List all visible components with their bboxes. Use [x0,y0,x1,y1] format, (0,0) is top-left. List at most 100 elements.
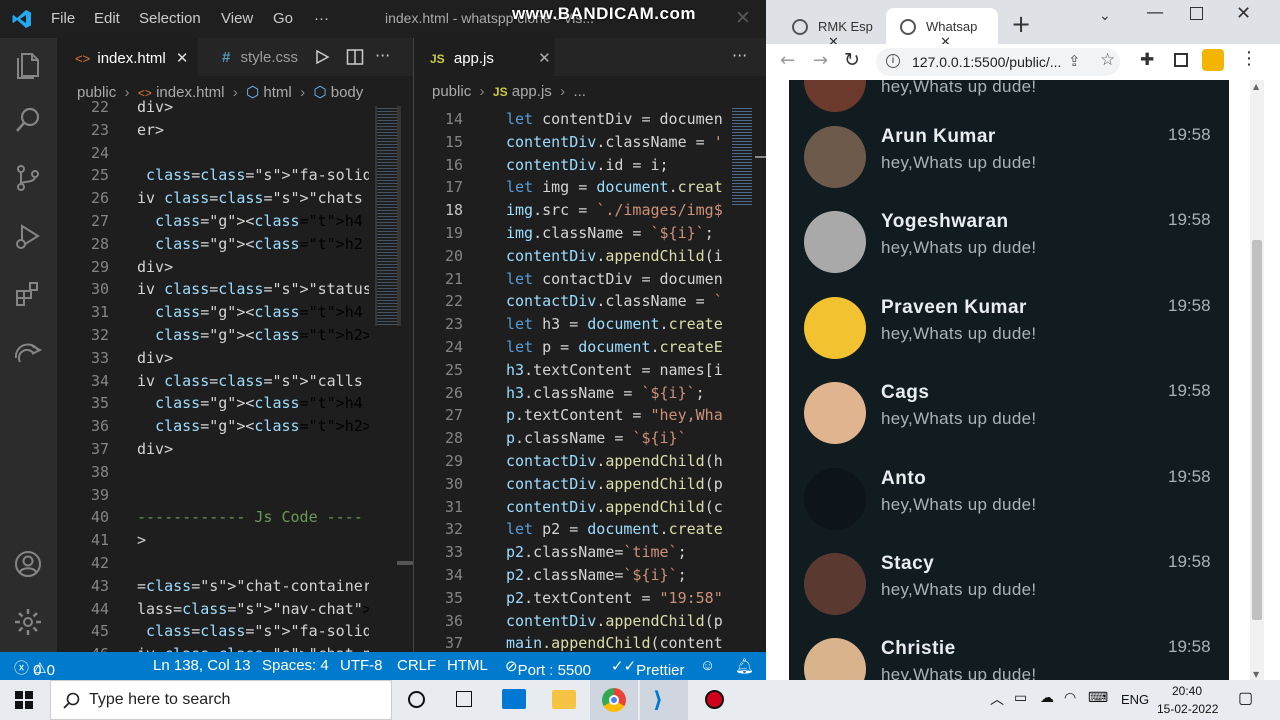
last-message: hey,Whats up dude! [881,324,1037,343]
code-left[interactable]: div> er> class=class="s">"fa-solid fa-cam… [137,96,369,652]
breadcrumb-item[interactable]: public [432,83,471,100]
status-bar: ⓧ 0 ⚠ 0 Ln 138, Col 13 Spaces: 4 UTF-8 C… [0,652,766,680]
menu-go[interactable]: Go [273,10,293,27]
clock-date[interactable]: 15-02-2022 [1157,702,1218,716]
page-scrollbar[interactable]: ▲ ▼ [1250,80,1264,680]
close-icon[interactable]: ✕ [176,50,189,67]
contact-name: Arun Kumar [881,126,996,147]
battery-icon[interactable]: ▭ [1014,689,1027,706]
minimap-right[interactable] [732,106,754,206]
line-number: 25 [90,166,109,185]
browser-tab[interactable]: RMK Esp ✕ [778,8,884,49]
accounts-icon[interactable] [12,548,44,580]
tab-style-css[interactable]: # style.css [204,38,324,76]
file-explorer-icon[interactable] [540,680,588,720]
run-debug-icon[interactable] [12,220,44,252]
vscode-taskbar-icon[interactable]: ⟩ [640,680,688,720]
menu-kebab-icon[interactable]: ⋮ [1240,48,1258,69]
settings-gear-icon[interactable] [12,606,44,638]
window-close-icon[interactable]: ✕ [735,7,751,30]
explorer-icon[interactable] [12,48,44,80]
reload-icon[interactable]: ↻ [844,49,860,71]
language-indicator[interactable]: ENG [1121,692,1149,707]
problems-indicator[interactable]: ⓧ 0 ⚠ 0 [14,657,55,679]
keyboard-icon[interactable]: ⌨ [1088,689,1108,706]
wifi-icon[interactable]: ◠ [1064,689,1076,706]
chat-contact[interactable]: Stacy hey,Whats up dude! 19:58 [789,547,1229,632]
code-line: let contactDiv = documen [506,269,723,288]
menu-file[interactable]: File [51,10,75,27]
clock-time[interactable]: 20:40 [1172,684,1202,698]
indentation[interactable]: Spaces: 4 [262,657,329,674]
show-hidden-icons-icon[interactable]: ︿ [990,689,1004,709]
close-icon[interactable]: ✕ [538,50,551,67]
info-icon[interactable]: i [886,54,900,68]
message-time: 19:58 [1168,296,1211,315]
url-bar[interactable]: i 127.0.0.1:5500/public/... [876,48,1120,76]
more-actions-icon[interactable]: ··· [732,46,747,65]
forward-icon[interactable]: → [813,50,828,71]
taskbar-search-box[interactable]: Type here to search [50,680,392,720]
network-icon[interactable]: ☁ [1040,689,1054,706]
css-file-icon: # [222,49,231,66]
source-control-icon[interactable] [12,162,44,194]
scroll-indicator[interactable] [755,156,766,158]
chat-contact[interactable]: Cags hey,Whats up dude! 19:58 [789,376,1229,461]
extensions-icon[interactable] [12,278,44,310]
mail-icon[interactable] [490,680,538,720]
windows-start-icon[interactable] [15,691,33,709]
search-icon[interactable] [12,104,44,136]
task-view-icon[interactable] [440,680,488,720]
split-editor-icon[interactable] [346,48,364,66]
tab-app-js[interactable]: JS app.js ✕ [414,38,554,76]
side-panel-icon[interactable] [1174,53,1188,67]
chat-contact[interactable]: Yogeshwaran hey,Whats up dude! 19:58 [789,205,1229,290]
more-actions-icon[interactable]: ··· [375,46,390,65]
chrome-taskbar-icon[interactable] [590,680,638,720]
tab-search-icon[interactable]: ⌄ [1099,8,1111,24]
tab-index-html[interactable]: <> index.html ✕ [57,38,198,76]
browser-tab-active[interactable]: Whatsap ✕ [886,8,998,49]
line-number: 23 [444,315,463,334]
extensions-puzzle-icon[interactable]: ✚ [1140,50,1154,70]
menu-edit[interactable]: Edit [94,10,120,27]
minimap-left[interactable] [375,106,401,326]
scrollbar-thumb[interactable] [1252,240,1262,620]
menu-view[interactable]: View [221,10,253,27]
code-right[interactable]: let contentDiv = documen contentDiv.class… [506,108,726,652]
new-tab-icon[interactable]: + [1011,10,1031,38]
notifications-bell-icon[interactable]: 🔔︎ [735,657,754,675]
minimize-icon[interactable]: — [1146,2,1164,23]
share-icon[interactable]: ⇪ [1068,52,1081,70]
line-ending[interactable]: CRLF [397,657,436,674]
breadcrumb-item[interactable]: ... [573,83,586,100]
maximize-icon[interactable] [1190,7,1203,20]
line-number: 44 [90,599,109,618]
cortana-icon[interactable] [393,680,441,720]
encoding[interactable]: UTF-8 [340,657,383,674]
cursor-position[interactable]: Ln 138, Col 13 [153,657,251,674]
close-window-icon[interactable]: ✕ [1236,3,1251,24]
bandicam-record-icon[interactable] [690,680,738,720]
remote-explorer-icon[interactable] [12,336,44,368]
line-number: 20 [444,246,463,265]
prettier-status[interactable]: ✓✓ Prettier [611,657,685,679]
scroll-indicator[interactable] [397,561,413,565]
live-server-port[interactable]: ⊘ Port : 5500 [505,657,591,679]
chat-contact[interactable]: Praveen Kumar hey,Whats up dude! 19:58 [789,291,1229,376]
language-mode[interactable]: HTML [447,657,488,674]
bookmark-star-icon[interactable]: ☆ [1100,50,1115,70]
chat-contact[interactable]: Christie hey,Whats up dude! 19:58 [789,632,1229,680]
line-number: 42 [90,553,109,572]
breadcrumb-item[interactable]: app.js [512,83,552,100]
notifications-icon[interactable]: ▢ [1238,688,1253,708]
tab-label: index.html [97,50,166,67]
feedback-icon[interactable]: ☺ [700,657,715,674]
run-icon[interactable] [314,49,330,65]
chat-contact[interactable]: Arun Kumar hey,Whats up dude! 19:58 [789,120,1229,205]
menu-selection[interactable]: Selection [139,10,201,27]
back-icon[interactable]: ← [780,50,795,71]
chat-contact[interactable]: Anto hey,Whats up dude! 19:58 [789,462,1229,547]
profile-avatar[interactable] [1202,49,1224,71]
menu-more[interactable]: ··· [314,10,329,27]
